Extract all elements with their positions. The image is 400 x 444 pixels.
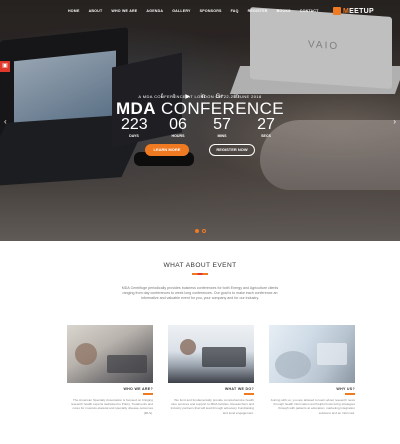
nav-item-books[interactable]: BOOKS bbox=[277, 9, 291, 13]
card-text: Joining with us, you are allowed to lear… bbox=[270, 397, 355, 415]
side-tab-icon[interactable]: ▣ bbox=[0, 61, 10, 72]
nav-item-register[interactable]: REGISTER bbox=[248, 9, 268, 13]
card-image-tablet bbox=[269, 325, 355, 383]
card-who-we-are: WHO WE ARE? The American Specialty Assoc… bbox=[67, 325, 153, 415]
logo-text: MEETUP bbox=[343, 7, 374, 15]
card-divider bbox=[143, 393, 153, 395]
nav-item-gallery[interactable]: GALLERY bbox=[172, 9, 190, 13]
countdown-hours: 06 HOURS bbox=[169, 116, 187, 139]
card-heading: WHO WE ARE? bbox=[123, 387, 153, 391]
card-image-hands bbox=[275, 351, 311, 379]
nav-item-about[interactable]: ABOUT bbox=[89, 9, 103, 13]
site-logo[interactable]: MEETUP bbox=[333, 7, 374, 15]
nav-item-sponsors[interactable]: SPONSORS bbox=[200, 9, 222, 13]
nav-item-contact[interactable]: CONTACT bbox=[300, 9, 319, 13]
card-image-figure bbox=[75, 343, 97, 365]
countdown-timer: 223 DAYS 06 HOURS 57 MINS 27 SECS bbox=[0, 116, 400, 139]
hero-buttons: LEARN MORE REGISTER NOW bbox=[0, 144, 400, 156]
countdown-days: 223 DAYS bbox=[121, 116, 148, 139]
nav-item-faq[interactable]: FAQ bbox=[231, 9, 239, 13]
card-image-office bbox=[168, 325, 254, 383]
about-intro: MDA Centrifuge periodically provides bus… bbox=[121, 286, 279, 301]
hero-title: MDA CONFERENCE bbox=[115, 99, 285, 118]
about-title-divider bbox=[192, 273, 208, 275]
hero-banner: VAIO HOME ABOUT WHO WE ARE AGENDA GALLER… bbox=[0, 0, 400, 241]
nav-item-who-we-are[interactable]: WHO WE ARE bbox=[111, 9, 137, 13]
countdown-mins: 57 MINS bbox=[213, 116, 231, 139]
nav-item-home[interactable]: HOME bbox=[68, 9, 80, 13]
countdown-secs: 27 SECS bbox=[257, 116, 275, 139]
top-nav: HOME ABOUT WHO WE ARE AGENDA GALLERY SPO… bbox=[0, 5, 400, 19]
card-image-people-laptop bbox=[67, 325, 153, 383]
card-heading: WHY US? bbox=[336, 387, 355, 391]
nav-links: HOME ABOUT WHO WE ARE AGENDA GALLERY SPO… bbox=[68, 9, 318, 13]
card-image-figure bbox=[180, 339, 196, 355]
card-text: The American Specialty Association is fo… bbox=[70, 397, 153, 415]
slider-dot-1[interactable] bbox=[194, 229, 199, 233]
card-why-us: WHY US? Joining with us, you are allowed… bbox=[269, 325, 355, 415]
card-divider bbox=[244, 393, 254, 395]
slider-dots bbox=[0, 229, 400, 233]
learn-more-button[interactable]: LEARN MORE bbox=[145, 144, 189, 156]
card-text: We fund and fundamentally provide compre… bbox=[170, 397, 254, 415]
register-now-button[interactable]: REGISTER NOW bbox=[209, 144, 255, 156]
card-divider bbox=[345, 393, 355, 395]
nav-item-agenda[interactable]: AGENDA bbox=[146, 9, 163, 13]
slider-dot-2[interactable] bbox=[201, 229, 206, 233]
slider-prev-icon[interactable]: ‹ bbox=[4, 117, 7, 126]
card-image-tablet-screen bbox=[317, 343, 347, 365]
card-what-we-do: WHAT WE DO? We fund and fundamentally pr… bbox=[168, 325, 254, 415]
logo-icon bbox=[333, 7, 342, 15]
card-heading: WHAT WE DO? bbox=[224, 387, 254, 391]
about-title: WHAT ABOUT EVENT bbox=[163, 262, 237, 269]
slider-next-icon[interactable]: › bbox=[393, 117, 396, 126]
card-image-laptop bbox=[107, 355, 147, 373]
card-image-monitors bbox=[202, 347, 246, 367]
feature-cards: WHO WE ARE? The American Specialty Assoc… bbox=[67, 325, 355, 415]
